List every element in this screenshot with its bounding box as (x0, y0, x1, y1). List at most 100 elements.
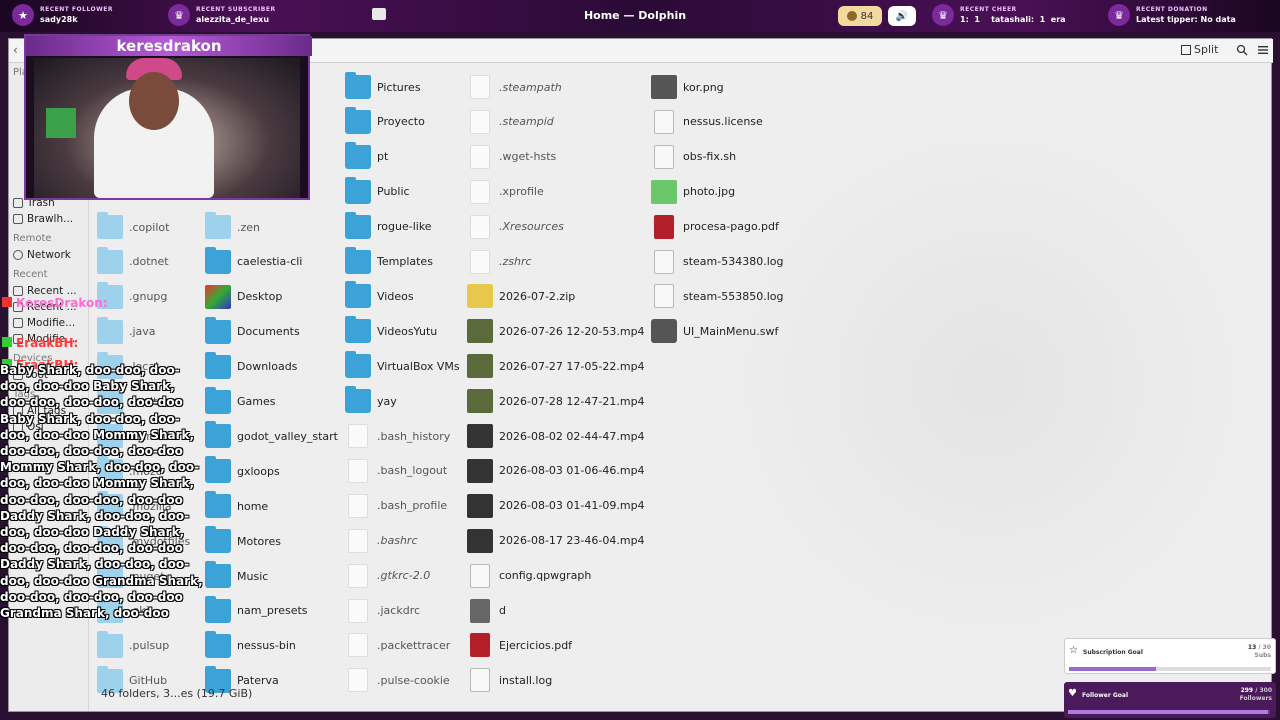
file-item[interactable]: Games (205, 386, 275, 418)
file-item[interactable]: config.qpwgraph (467, 560, 591, 592)
file-item[interactable]: 2026-08-03 01-41-09.mp4 (467, 490, 645, 522)
search-icon[interactable] (1236, 44, 1248, 56)
file-item[interactable]: .packettracer (345, 629, 450, 661)
file-item[interactable]: nam_presets (205, 595, 308, 627)
file-item[interactable]: 2026-07-27 17-05-22.mp4 (467, 350, 645, 382)
file-item[interactable]: Ejercicios.pdf (467, 629, 572, 661)
file-item[interactable]: .zshrc (467, 246, 532, 278)
file-icon (470, 179, 490, 204)
file-item[interactable]: .xprofile (467, 176, 544, 208)
file-icon (470, 75, 490, 99)
file-item[interactable]: .bash_history (345, 420, 450, 452)
file-item[interactable]: Motores (205, 525, 281, 557)
file-name: steam-553850.log (683, 289, 784, 303)
file-name: home (237, 499, 269, 513)
file-item[interactable]: nessus-bin (205, 630, 296, 662)
file-item[interactable]: UI_MainMenu.swf (651, 315, 778, 347)
channel-points-pill[interactable]: 84 (838, 6, 882, 26)
file-item[interactable]: .steampid (467, 106, 554, 138)
file-item[interactable]: 2026-07-2.zip (467, 280, 575, 312)
file-name: .bash_history (377, 429, 451, 443)
sidebar-item-brawl[interactable]: Brawlh... (13, 213, 73, 225)
file-icon (348, 458, 368, 483)
file-item[interactable]: yay (345, 385, 397, 417)
file-icon (654, 109, 674, 134)
file-item[interactable]: .Xresources (467, 211, 564, 243)
file-name: .packettracer (377, 638, 451, 652)
file-name: gxloops (237, 464, 280, 478)
split-button[interactable]: Split (1181, 43, 1218, 56)
file-name: Downloads (237, 360, 298, 374)
chat-badge-icon (2, 297, 12, 307)
folder-icon (345, 141, 371, 169)
file-item[interactable]: steam-534380.log (651, 246, 784, 278)
subscriber-icon: ♛ (168, 4, 190, 26)
file-item[interactable]: 2026-07-26 12-20-53.mp4 (467, 315, 645, 347)
file-item[interactable]: VideosYutu (345, 315, 437, 347)
file-name: Public (377, 185, 410, 199)
file-item[interactable]: Pictures (345, 71, 421, 103)
file-item[interactable]: 2026-08-03 01-06-46.mp4 (467, 455, 645, 487)
file-item[interactable]: nessus.license (651, 106, 763, 138)
file-item[interactable]: .jackdrc (345, 595, 420, 627)
file-item[interactable]: VirtualBox VMs (345, 350, 460, 382)
cheer-left: 1: (960, 15, 969, 24)
file-item[interactable]: obs-fix.sh (651, 141, 736, 173)
file-item[interactable]: 2026-08-02 02-44-47.mp4 (467, 420, 645, 452)
volume-button[interactable]: 🔊 (888, 6, 916, 26)
split-label: Split (1194, 43, 1219, 56)
file-item[interactable]: 2026-07-28 12-47-21.mp4 (467, 385, 645, 417)
file-item[interactable]: photo.jpg (651, 176, 735, 208)
file-name: .jackdrc (377, 604, 421, 617)
folder-icon (345, 246, 371, 274)
subscription-goal-widget: ☆ Subscription Goal 13 / 30 Subs (1064, 638, 1276, 674)
file-item[interactable]: .zen (205, 211, 260, 243)
file-item[interactable]: 2026-08-17 23-46-04.mp4 (467, 525, 645, 557)
file-item[interactable]: .bashrc (345, 525, 418, 557)
file-item[interactable]: godot_valley_start (205, 420, 338, 452)
file-item[interactable]: Public (345, 176, 410, 208)
file-item[interactable]: .gtkrc-2.0 (345, 560, 430, 592)
file-item[interactable]: Downloads (205, 351, 297, 383)
file-item[interactable]: .bash_logout (345, 455, 447, 487)
cheer-icon: ♛ (932, 4, 954, 26)
file-item[interactable]: kor.png (651, 71, 724, 103)
file-item[interactable]: steam-553850.log (651, 280, 784, 312)
file-name: Videos (377, 289, 414, 303)
file-name: VirtualBox VMs (377, 359, 460, 373)
file-item[interactable]: caelestia-cli (205, 246, 302, 278)
file-item[interactable]: .wget-hsts (467, 141, 556, 173)
folder-icon (345, 106, 371, 134)
file-item[interactable]: .pulse-cookie (345, 664, 450, 696)
sidebar-item-network[interactable]: Network (13, 249, 71, 261)
split-icon (1181, 44, 1191, 55)
remote-section: Remote (13, 233, 52, 244)
file-item[interactable]: pt (345, 141, 388, 173)
file-name: .steampath (499, 80, 562, 94)
file-item[interactable]: Templates (345, 246, 433, 278)
file-item[interactable]: .copilot (97, 211, 169, 243)
file-item[interactable]: home (205, 490, 268, 522)
file-item[interactable]: Videos (345, 280, 414, 312)
follower-goal-widget: ♥ Follower Goal 299 / 300 Followers (1064, 682, 1276, 718)
file-item[interactable]: gxloops (205, 455, 280, 487)
coin-icon (846, 11, 857, 21)
file-icon (470, 249, 490, 274)
file-item[interactable]: procesa-pago.pdf (651, 211, 779, 243)
file-item[interactable]: Music (205, 560, 268, 592)
file-item[interactable]: Documents (205, 316, 300, 348)
points-value: 84 (860, 10, 874, 22)
file-item[interactable]: d (467, 595, 506, 627)
file-item[interactable]: .dotnet (97, 246, 169, 278)
file-item[interactable]: .steampath (467, 71, 562, 103)
chat-username: EraakBH: (2, 336, 78, 350)
file-name: .zshrc (499, 255, 532, 268)
file-item[interactable]: Desktop (205, 281, 282, 313)
file-item[interactable]: .bash_profile (345, 490, 447, 522)
hamburger-menu-icon[interactable] (1257, 44, 1269, 56)
file-item[interactable]: rogue-like (345, 211, 432, 243)
file-name: obs-fix.sh (683, 150, 737, 164)
file-item[interactable]: Proyecto (345, 106, 425, 138)
file-icon (651, 319, 677, 344)
file-item[interactable]: install.log (467, 664, 552, 696)
